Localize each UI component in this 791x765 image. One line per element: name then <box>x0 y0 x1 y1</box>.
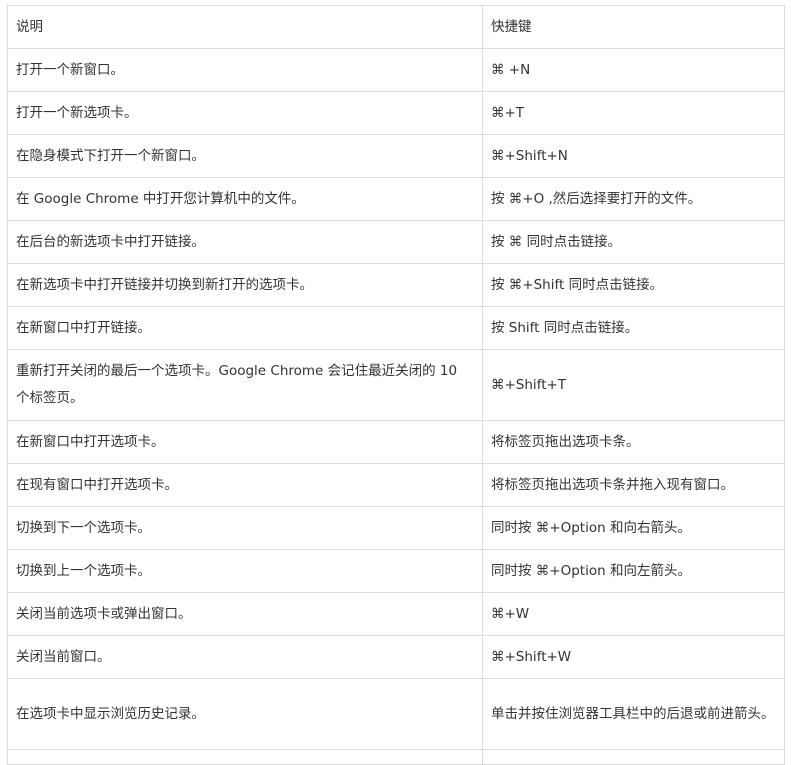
shortcut-cell: 按 ⌘+Shift 同时点击链接。 <box>482 263 785 307</box>
table-row: 在后台的新选项卡中打开链接。 按 ⌘ 同时点击链接。 <box>7 220 785 264</box>
description-cell: 在隐身模式下打开一个新窗口。 <box>7 134 483 178</box>
shortcut-cell: 按 Shift 同时点击链接。 <box>482 306 785 350</box>
description-cell: 关闭当前选项卡或弹出窗口。 <box>7 592 483 636</box>
description-cell: 在选项卡中显示浏览历史记录。 <box>7 678 483 750</box>
table-row: 在 Google Chrome 中打开您计算机中的文件。 按 ⌘+O ,然后选择… <box>7 177 785 221</box>
shortcut-cell <box>482 749 785 765</box>
shortcuts-table: 说明 快捷键 打开一个新窗口。 ⌘ +N 打开一个新选项卡。 ⌘+T 在隐身模式… <box>7 5 785 765</box>
table-row: 关闭当前选项卡或弹出窗口。 ⌘+W <box>7 592 785 636</box>
description-cell: 打开一个新选项卡。 <box>7 91 483 135</box>
description-cell: 切换到上一个选项卡。 <box>7 549 483 593</box>
table-row: 重新打开关闭的最后一个选项卡。Google Chrome 会记住最近关闭的 10… <box>7 349 785 421</box>
shortcut-cell: ⌘ +N <box>482 48 785 92</box>
table-row: 在现有窗口中打开选项卡。 将标签页拖出选项卡条并拖入现有窗口。 <box>7 463 785 507</box>
shortcut-cell: 同时按 ⌘+Option 和向右箭头。 <box>482 506 785 550</box>
shortcut-cell: ⌘+Shift+T <box>482 349 785 421</box>
table-row <box>7 749 785 765</box>
shortcut-cell: ⌘+Shift+W <box>482 635 785 679</box>
description-cell: 重新打开关闭的最后一个选项卡。Google Chrome 会记住最近关闭的 10… <box>7 349 483 421</box>
description-cell: 在新窗口中打开链接。 <box>7 306 483 350</box>
shortcut-cell: ⌘+W <box>482 592 785 636</box>
description-cell: 关闭当前窗口。 <box>7 635 483 679</box>
table-row: 打开一个新窗口。 ⌘ +N <box>7 48 785 92</box>
header-shortcut: 快捷键 <box>482 5 785 49</box>
table-row: 切换到下一个选项卡。 同时按 ⌘+Option 和向右箭头。 <box>7 506 785 550</box>
description-cell: 在 Google Chrome 中打开您计算机中的文件。 <box>7 177 483 221</box>
description-cell: 在现有窗口中打开选项卡。 <box>7 463 483 507</box>
table-row: 在新窗口中打开选项卡。 将标签页拖出选项卡条。 <box>7 420 785 464</box>
header-description: 说明 <box>7 5 483 49</box>
description-cell: 打开一个新窗口。 <box>7 48 483 92</box>
table-row: 在隐身模式下打开一个新窗口。 ⌘+Shift+N <box>7 134 785 178</box>
description-cell: 切换到下一个选项卡。 <box>7 506 483 550</box>
table-row: 在选项卡中显示浏览历史记录。 单击并按住浏览器工具栏中的后退或前进箭头。 <box>7 678 785 750</box>
table-header-row: 说明 快捷键 <box>7 5 785 49</box>
description-cell: 在新选项卡中打开链接并切换到新打开的选项卡。 <box>7 263 483 307</box>
description-cell <box>7 749 483 765</box>
shortcut-cell: ⌘+T <box>482 91 785 135</box>
shortcut-cell: 同时按 ⌘+Option 和向左箭头。 <box>482 549 785 593</box>
table-row: 切换到上一个选项卡。 同时按 ⌘+Option 和向左箭头。 <box>7 549 785 593</box>
description-cell: 在新窗口中打开选项卡。 <box>7 420 483 464</box>
shortcut-cell: 按 ⌘+O ,然后选择要打开的文件。 <box>482 177 785 221</box>
shortcut-cell: 按 ⌘ 同时点击链接。 <box>482 220 785 264</box>
shortcut-cell: 将标签页拖出选项卡条并拖入现有窗口。 <box>482 463 785 507</box>
table-row: 在新选项卡中打开链接并切换到新打开的选项卡。 按 ⌘+Shift 同时点击链接。 <box>7 263 785 307</box>
shortcut-cell: ⌘+Shift+N <box>482 134 785 178</box>
description-cell: 在后台的新选项卡中打开链接。 <box>7 220 483 264</box>
table-row: 打开一个新选项卡。 ⌘+T <box>7 91 785 135</box>
table-row: 在新窗口中打开链接。 按 Shift 同时点击链接。 <box>7 306 785 350</box>
shortcut-cell: 将标签页拖出选项卡条。 <box>482 420 785 464</box>
table-row: 关闭当前窗口。 ⌘+Shift+W <box>7 635 785 679</box>
shortcut-cell: 单击并按住浏览器工具栏中的后退或前进箭头。 <box>482 678 785 750</box>
